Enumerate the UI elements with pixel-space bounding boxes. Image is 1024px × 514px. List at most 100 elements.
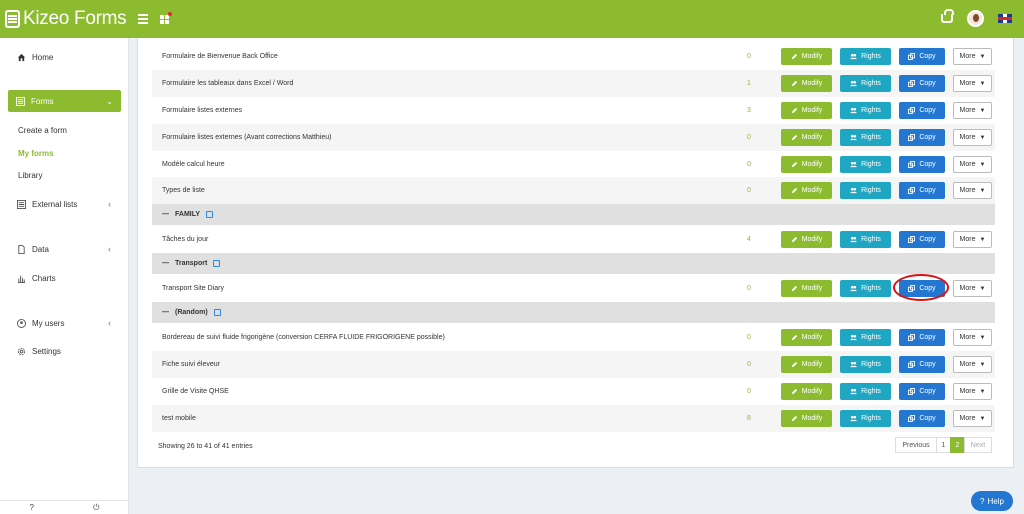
copy-button[interactable]: Copy <box>899 102 945 119</box>
sidebar-item-charts[interactable]: Charts <box>0 268 129 288</box>
more-label: More <box>959 107 976 114</box>
form-name[interactable]: Formulaire de Bienvenue Back Office <box>162 53 278 60</box>
users-icon <box>850 236 858 243</box>
sidebar-subitem-create-form[interactable]: Create a form <box>18 126 67 135</box>
group-header[interactable]: — (Random) <box>152 302 995 323</box>
copy-button[interactable]: Copy <box>899 75 945 92</box>
chevron-left-icon: ‹ <box>108 244 111 254</box>
rights-button[interactable]: Rights <box>840 182 891 199</box>
modify-button[interactable]: Modify <box>781 329 832 346</box>
list-icon <box>17 199 26 209</box>
modify-button[interactable]: Modify <box>781 75 832 92</box>
modify-button[interactable]: Modify <box>781 102 832 119</box>
edit-icon[interactable] <box>213 309 221 316</box>
modify-button[interactable]: Modify <box>781 156 832 173</box>
pagination-page-2[interactable]: 2 <box>950 437 965 453</box>
more-dropdown-button[interactable]: More ▼ <box>953 231 992 248</box>
apps-grid-icon[interactable] <box>160 11 173 24</box>
copy-button[interactable]: Copy <box>899 383 945 400</box>
pagination-page-1[interactable]: 1 <box>936 437 951 453</box>
modify-button[interactable]: Modify <box>781 383 832 400</box>
copy-button[interactable]: Copy <box>899 156 945 173</box>
more-dropdown-button[interactable]: More ▼ <box>953 356 992 373</box>
power-icon[interactable]: ⏻ <box>93 503 99 513</box>
copy-button[interactable]: Copy <box>899 129 945 146</box>
form-name[interactable]: Fiche suivi éleveur <box>162 361 220 368</box>
copy-button[interactable]: Copy <box>899 48 945 65</box>
rights-button[interactable]: Rights <box>840 231 891 248</box>
sidebar-subitem-library[interactable]: Library <box>18 171 42 180</box>
basket-icon[interactable] <box>941 9 954 23</box>
avatar[interactable] <box>967 10 984 27</box>
sidebar-item-external-lists[interactable]: External lists ‹ <box>0 194 129 214</box>
modify-button[interactable]: Modify <box>781 182 832 199</box>
rights-button[interactable]: Rights <box>840 102 891 119</box>
edit-icon[interactable] <box>213 260 221 267</box>
more-dropdown-button[interactable]: More ▼ <box>953 410 992 427</box>
group-header[interactable]: — FAMILY <box>152 204 995 225</box>
collapse-minus-icon[interactable]: — <box>162 309 169 316</box>
more-dropdown-button[interactable]: More ▼ <box>953 383 992 400</box>
collapse-minus-icon[interactable]: — <box>162 211 169 218</box>
more-dropdown-button[interactable]: More ▼ <box>953 102 992 119</box>
rights-button[interactable]: Rights <box>840 280 891 297</box>
copy-button[interactable]: Copy <box>899 356 945 373</box>
caret-down-icon: ▼ <box>979 236 986 243</box>
form-name[interactable]: test mobile <box>162 415 196 422</box>
rights-button[interactable]: Rights <box>840 156 891 173</box>
rights-button[interactable]: Rights <box>840 129 891 146</box>
help-button[interactable]: ? Help <box>971 491 1013 511</box>
copy-button[interactable]: Copy <box>899 410 945 427</box>
users-icon <box>850 53 858 60</box>
more-dropdown-button[interactable]: More ▼ <box>953 48 992 65</box>
copy-button[interactable]: Copy <box>899 329 945 346</box>
form-name[interactable]: Transport Site Diary <box>162 285 224 292</box>
group-header[interactable]: — Transport <box>152 253 995 274</box>
app-logo[interactable]: Kizeo Forms <box>5 8 127 30</box>
modify-button[interactable]: Modify <box>781 231 832 248</box>
modify-button[interactable]: Modify <box>781 280 832 297</box>
sidebar-subitem-my-forms[interactable]: My forms <box>18 149 54 158</box>
modify-button[interactable]: Modify <box>781 129 832 146</box>
sidebar-item-forms[interactable]: Forms ⌄ <box>8 90 121 112</box>
sidebar-item-my-users[interactable]: My users ‹ <box>0 313 129 333</box>
rights-label: Rights <box>861 285 881 292</box>
rights-button[interactable]: Rights <box>840 329 891 346</box>
menu-toggle-icon[interactable] <box>138 14 149 24</box>
edit-icon[interactable] <box>206 211 214 218</box>
rights-button[interactable]: Rights <box>840 410 891 427</box>
more-dropdown-button[interactable]: More ▼ <box>953 280 992 297</box>
more-dropdown-button[interactable]: More ▼ <box>953 129 992 146</box>
more-dropdown-button[interactable]: More ▼ <box>953 182 992 199</box>
form-name[interactable]: Tâches du jour <box>162 236 208 243</box>
form-name[interactable]: Formulaire les tableaux dans Excel / Wor… <box>162 80 293 87</box>
pagination-previous[interactable]: Previous <box>895 437 937 453</box>
form-name[interactable]: Types de liste <box>162 187 205 194</box>
copy-button[interactable]: Copy <box>899 182 945 199</box>
form-name[interactable]: Bordereau de suivi fluide frigorigène (c… <box>162 334 445 341</box>
rights-button[interactable]: Rights <box>840 383 891 400</box>
modify-button[interactable]: Modify <box>781 48 832 65</box>
help-circle-icon[interactable]: ? <box>30 503 34 512</box>
rights-button[interactable]: Rights <box>840 356 891 373</box>
more-dropdown-button[interactable]: More ▼ <box>953 156 992 173</box>
form-name[interactable]: Formulaire listes externes (Avant correc… <box>162 134 332 141</box>
copy-button[interactable]: Copy <box>899 231 945 248</box>
form-name[interactable]: Modèle calcul heure <box>162 161 225 168</box>
sidebar-item-data[interactable]: Data ‹ <box>0 239 129 259</box>
sidebar-item-settings[interactable]: Settings <box>0 341 129 361</box>
home-icon <box>17 53 26 61</box>
form-name[interactable]: Formulaire listes externes <box>162 107 242 114</box>
rights-button[interactable]: Rights <box>840 75 891 92</box>
modify-button[interactable]: Modify <box>781 410 832 427</box>
language-flag-icon[interactable] <box>998 14 1012 23</box>
more-dropdown-button[interactable]: More ▼ <box>953 329 992 346</box>
form-name[interactable]: Grille de Visite QHSE <box>162 388 229 395</box>
rights-button[interactable]: Rights <box>840 48 891 65</box>
more-dropdown-button[interactable]: More ▼ <box>953 75 992 92</box>
pagination-next[interactable]: Next <box>964 437 992 453</box>
modify-button[interactable]: Modify <box>781 356 832 373</box>
sidebar-item-home[interactable]: Home <box>0 47 129 67</box>
modify-label: Modify <box>801 161 823 168</box>
collapse-minus-icon[interactable]: — <box>162 260 169 267</box>
